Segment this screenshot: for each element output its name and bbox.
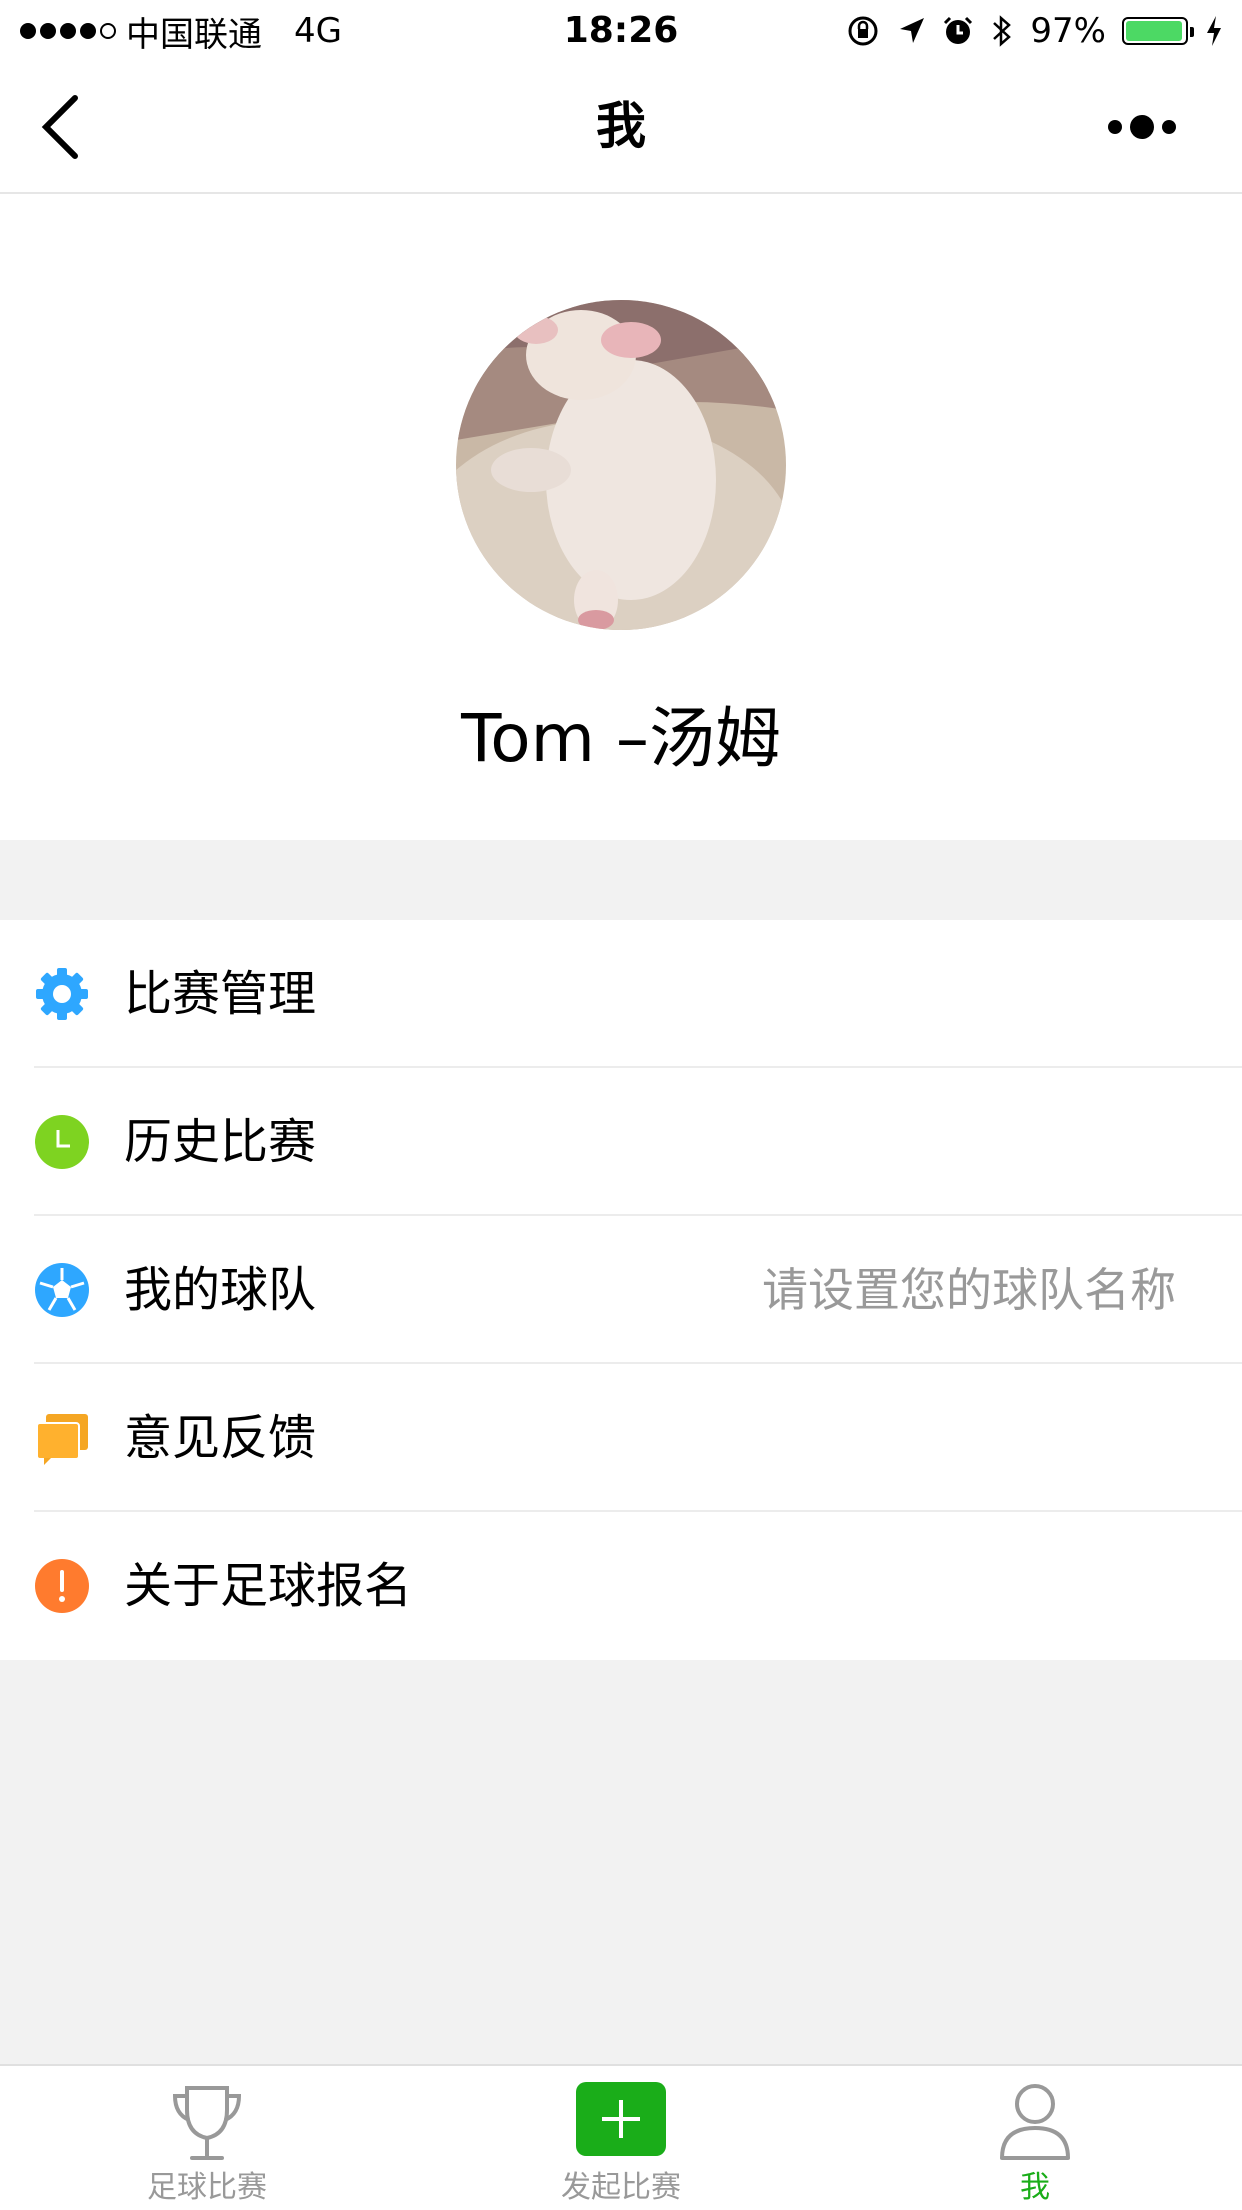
- avatar[interactable]: [456, 300, 786, 630]
- menu-item-label: 关于足球报名: [124, 1558, 413, 1614]
- menu-item-match-management[interactable]: 比赛管理: [0, 920, 1242, 1068]
- feedback-icon: [36, 1414, 88, 1465]
- plus-icon: [576, 2082, 666, 2156]
- more-dots-icon-right: [1162, 120, 1176, 134]
- menu-list: 比赛管理 历史比赛 我的球队 请设置您的球队名称 意见反馈 关于足球报名: [0, 920, 1242, 1660]
- avatar-photo: [456, 300, 786, 630]
- nav-bar: 我: [0, 62, 1242, 194]
- status-bar: 中国联通 4G 18:26 97%: [0, 0, 1242, 62]
- menu-item-feedback[interactable]: 意见反馈: [0, 1364, 1242, 1512]
- user-name: Tom –汤姆: [461, 700, 781, 777]
- tab-label: 发起比赛: [561, 2170, 681, 2205]
- bluetooth-icon: [993, 15, 1012, 47]
- menu-item-label: 历史比赛: [124, 1114, 317, 1170]
- battery-icon: [1122, 17, 1194, 45]
- soccer-ball-icon: [35, 1263, 89, 1317]
- tab-me[interactable]: 我: [828, 2066, 1242, 2210]
- tab-create-match[interactable]: 发起比赛: [414, 2066, 828, 2210]
- status-bar-right: 97%: [846, 8, 1224, 54]
- menu-item-label: 我的球队: [124, 1262, 317, 1318]
- tab-bar: 足球比赛 发起比赛 我: [0, 2064, 1242, 2210]
- tab-label: 足球比赛: [147, 2170, 267, 2205]
- team-name-placeholder: 请设置您的球队名称: [762, 1263, 1176, 1317]
- trophy-icon: [172, 2086, 242, 2160]
- tab-label: 我: [1020, 2170, 1050, 2205]
- clock-icon: [35, 1115, 89, 1169]
- rotation-lock-icon: [848, 16, 878, 46]
- more-dots-icon: [1108, 120, 1122, 134]
- gear-icon: [36, 968, 88, 1020]
- battery-percent: 97%: [1030, 11, 1106, 51]
- tab-football-matches[interactable]: 足球比赛: [0, 2066, 414, 2210]
- battery-level: [1126, 21, 1183, 41]
- profile-section: Tom –汤姆: [0, 194, 1242, 840]
- menu-item-label: 比赛管理: [124, 966, 317, 1022]
- alarm-icon: [944, 16, 973, 44]
- location-icon: [900, 18, 925, 43]
- more-dots-icon-center: [1130, 115, 1154, 139]
- info-alert-icon: [35, 1559, 89, 1613]
- menu-item-match-history[interactable]: 历史比赛: [0, 1068, 1242, 1216]
- more-button[interactable]: [1082, 102, 1202, 152]
- menu-item-my-team[interactable]: 我的球队 请设置您的球队名称: [0, 1216, 1242, 1364]
- menu-item-label: 意见反馈: [124, 1410, 317, 1466]
- menu-item-about[interactable]: 关于足球报名: [0, 1512, 1242, 1660]
- charging-icon: [1207, 16, 1221, 46]
- page-title: 我: [596, 97, 646, 155]
- user-icon: [1000, 2084, 1070, 2160]
